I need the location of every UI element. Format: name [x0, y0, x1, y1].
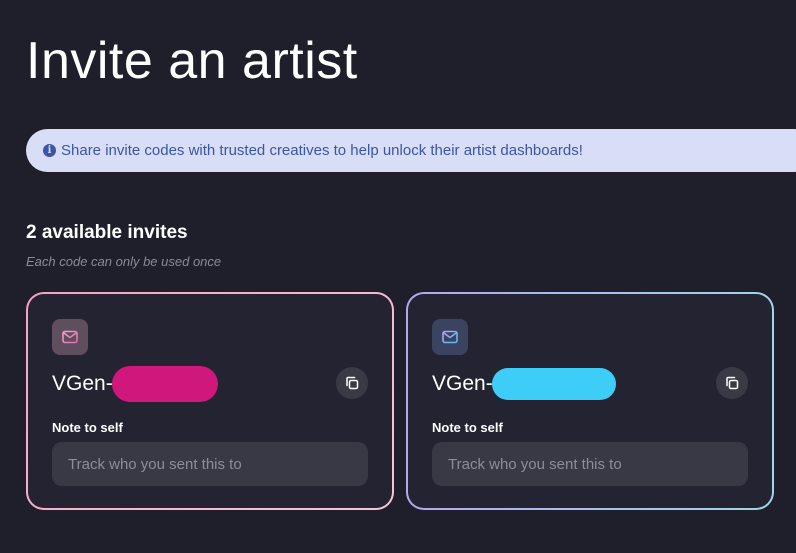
note-input[interactable]	[432, 442, 748, 486]
invite-code: VGen-	[52, 372, 113, 395]
invite-card: VGen- Note to self	[406, 292, 774, 510]
copy-button[interactable]	[336, 367, 368, 399]
info-banner: i Share invite codes with trusted creati…	[26, 129, 796, 172]
info-icon: i	[43, 144, 56, 157]
mail-icon	[52, 319, 88, 355]
invites-subtitle: Each code can only be used once	[26, 254, 222, 269]
invite-card-body: VGen- Note to self	[28, 294, 392, 508]
invite-card-body: VGen- Note to self	[408, 294, 772, 508]
copy-icon	[726, 376, 739, 390]
mail-icon	[432, 319, 468, 355]
code-redaction	[492, 368, 616, 400]
invite-code: VGen-	[432, 372, 493, 395]
page-title: Invite an artist	[26, 32, 358, 90]
code-redaction	[112, 366, 218, 402]
copy-button[interactable]	[716, 367, 748, 399]
note-input[interactable]	[52, 442, 368, 486]
invites-heading: 2 available invites	[26, 222, 188, 243]
note-label: Note to self	[432, 420, 503, 435]
info-banner-text: Share invite codes with trusted creative…	[61, 142, 583, 159]
copy-icon	[346, 376, 359, 390]
note-label: Note to self	[52, 420, 123, 435]
invite-card: VGen- Note to self	[26, 292, 394, 510]
